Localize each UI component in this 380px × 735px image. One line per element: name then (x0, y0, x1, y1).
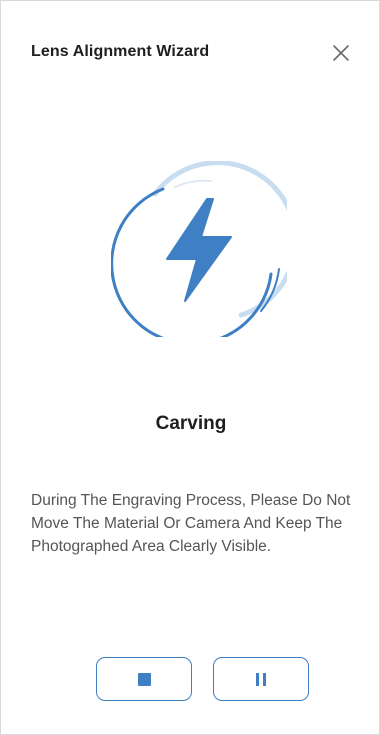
pause-icon (256, 672, 266, 686)
pause-button[interactable] (213, 657, 309, 701)
stop-button[interactable] (96, 657, 192, 701)
status-description: During The Engraving Process, Please Do … (31, 492, 351, 555)
status-title: Carving (155, 413, 227, 434)
close-button[interactable] (329, 41, 353, 65)
progress-spinner (111, 161, 287, 337)
progress-ring-highlight (174, 179, 212, 188)
progress-ring (111, 161, 287, 337)
lens-alignment-wizard-dialog: Lens Alignment Wizard Carving During The… (0, 0, 380, 735)
close-icon (333, 45, 349, 61)
process-controls (96, 657, 311, 701)
dialog-header: Lens Alignment Wizard (31, 41, 359, 69)
lightning-bolt-icon (166, 198, 232, 302)
dialog-title: Lens Alignment Wizard (31, 43, 210, 60)
stop-icon (137, 672, 151, 686)
